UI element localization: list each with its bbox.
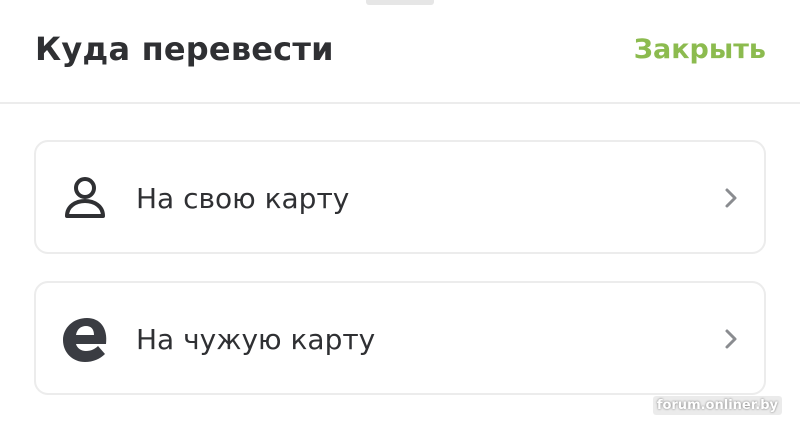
e-logo-icon — [62, 317, 108, 363]
chevron-right-icon — [722, 327, 740, 351]
person-icon — [62, 176, 108, 222]
watermark: forum.onliner.by — [652, 396, 782, 415]
chevron-right-icon — [722, 186, 740, 210]
option-label: На чужую карту — [136, 323, 376, 356]
bottom-sheet: Куда перевести Закрыть На свою карту На … — [0, 0, 800, 429]
option-own-card[interactable]: На свою карту — [34, 140, 766, 254]
option-other-card[interactable]: На чужую карту — [34, 281, 766, 395]
sheet-title: Куда перевести — [35, 30, 334, 68]
option-label: На свою карту — [136, 182, 350, 215]
close-button[interactable]: Закрыть — [634, 34, 766, 65]
sheet-header: Куда перевести Закрыть — [0, 0, 800, 104]
